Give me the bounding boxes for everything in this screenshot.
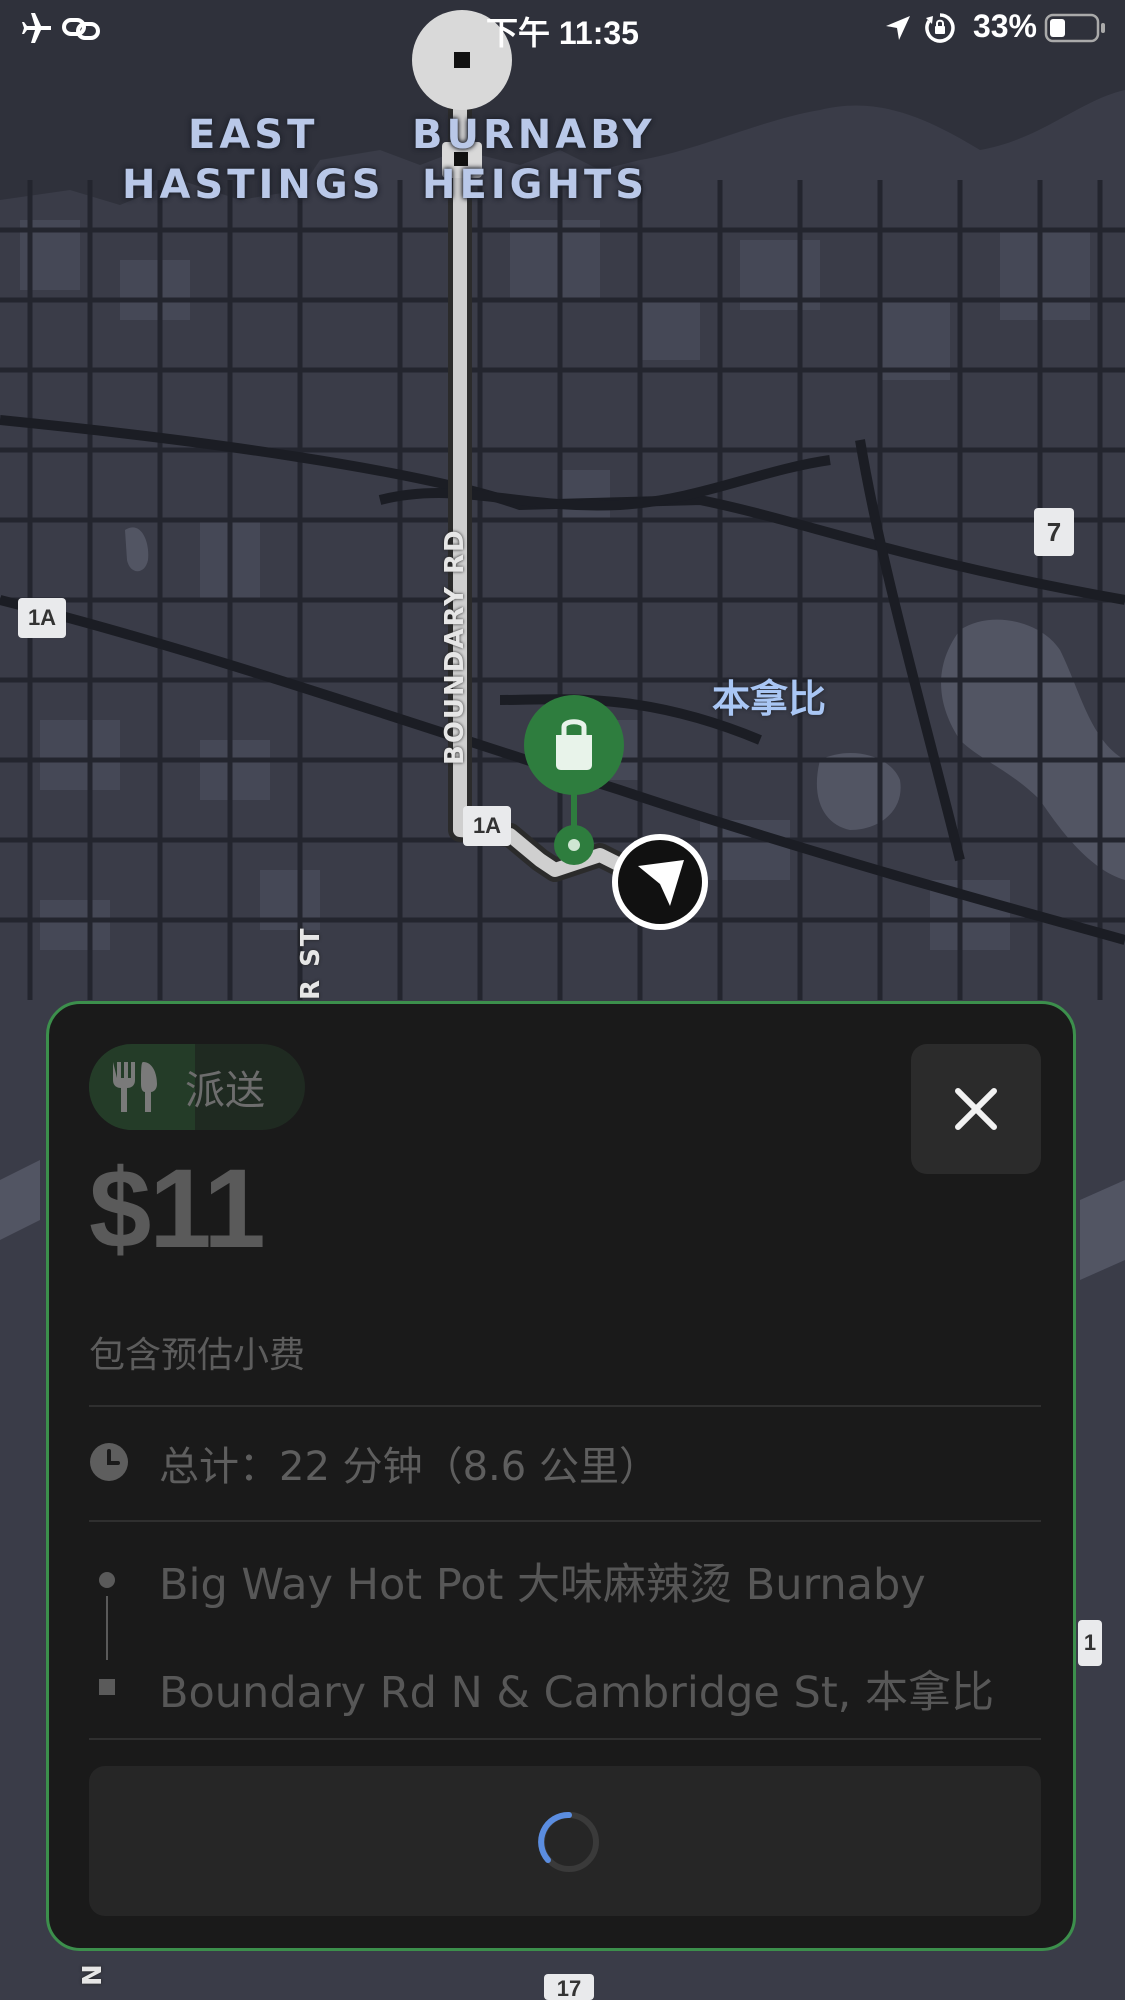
accept-button[interactable] <box>89 1766 1041 1916</box>
close-button[interactable] <box>911 1044 1041 1174</box>
fork-knife-icon <box>113 1062 157 1112</box>
highway-shield: 17 <box>544 1974 594 2000</box>
offer-price: $11 <box>89 1146 266 1271</box>
area-label-heights: HEIGHTS <box>422 162 649 208</box>
area-label-burnaby: BURNABY <box>412 112 656 158</box>
rotation-lock-icon <box>925 13 955 43</box>
pickup-bag-icon[interactable] <box>524 695 624 795</box>
road-label-edge: N <box>78 1962 108 1986</box>
city-label: 本拿比 <box>712 677 827 721</box>
close-icon <box>955 1088 997 1130</box>
delivery-type-badge: 派送 <box>89 1044 305 1130</box>
price-note: 包含预估小费 <box>89 1335 306 1376</box>
road-label-boundary: BOUNDARY RD <box>440 528 470 765</box>
clock-icon <box>90 1443 128 1481</box>
pickup-dot-icon <box>99 1572 115 1588</box>
current-location-arrow-icon[interactable] <box>612 834 708 930</box>
location-arrow-icon <box>886 16 910 40</box>
highway-shield: 1 <box>1078 1620 1102 1666</box>
dropoff-square-icon <box>99 1679 115 1695</box>
delivery-type-label: 派送 <box>185 1068 265 1114</box>
area-label-east: EAST <box>188 112 319 158</box>
road-label-partial: R ST <box>296 926 326 1000</box>
status-bar: 下午 11:35 33% <box>0 0 1125 56</box>
divider <box>89 1738 1041 1740</box>
divider <box>89 1405 1041 1407</box>
status-time: 下午 11:35 <box>486 15 639 51</box>
divider <box>89 1520 1041 1522</box>
route-connector <box>106 1596 108 1660</box>
highway-shield: 1A <box>18 598 66 638</box>
loading-spinner-icon <box>538 1811 599 1872</box>
area-label-hastings: HASTINGS <box>122 162 385 208</box>
highway-shield: 1A <box>463 806 511 846</box>
app-screen: EAST HASTINGS BURNABY HEIGHTS 本拿比 BOUNDA… <box>0 0 1125 2000</box>
offer-card: 派送 $11 包含预估小费 总计：22 分钟（8.6 公里） Big Way H… <box>46 1001 1076 1951</box>
battery-icon <box>1044 13 1105 43</box>
highway-shield: 7 <box>1034 508 1074 556</box>
pickup-location: Big Way Hot Pot 大味麻辣烫 Burnaby <box>159 1560 926 1610</box>
trip-total: 总计：22 分钟（8.6 公里） <box>159 1444 659 1490</box>
dropoff-location: Boundary Rd N & Cambridge St, 本拿比 <box>159 1668 995 1718</box>
battery-percent: 33% <box>972 8 1037 44</box>
